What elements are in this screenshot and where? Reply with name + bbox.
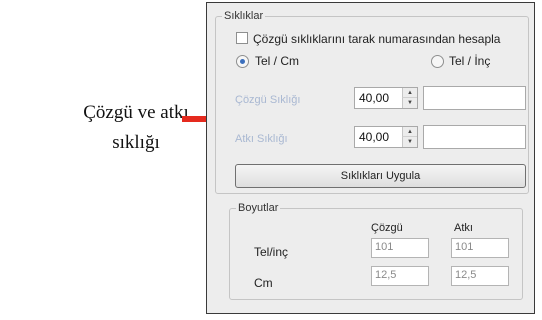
calc-from-reed-label[interactable]: Çözgü sıklıklarını tarak numarasından he… — [253, 32, 500, 46]
inch-weft-field: 101 — [451, 238, 509, 258]
warp-density-label: Çözgü Sıklığı — [235, 94, 301, 106]
radio-tel-inch[interactable] — [431, 55, 444, 68]
col-weft-header: Atkı — [454, 222, 473, 234]
spin-up-icon[interactable]: ▲ — [402, 88, 417, 98]
inch-warp-field: 101 — [371, 238, 429, 258]
annotation-caption: Çözgü ve atkı sıklığı — [74, 98, 198, 158]
weft-density-extra-field[interactable] — [423, 125, 526, 149]
warp-density-extra-field[interactable] — [423, 86, 526, 110]
caption-line-1: Çözgü ve atkı — [83, 102, 189, 123]
caption-line-2: sıklığı — [112, 132, 160, 153]
cm-warp-field: 12,5 — [371, 266, 429, 286]
cm-weft-value: 12,5 — [455, 269, 477, 281]
density-settings-panel: Sıklıklar Çözgü sıklıklarını tarak numar… — [206, 2, 535, 314]
inch-warp-value: 101 — [375, 241, 394, 253]
weft-density-label: Atkı Sıklığı — [235, 133, 288, 145]
radio-tel-inch-label[interactable]: Tel / İnç — [449, 54, 490, 68]
cm-warp-value: 12,5 — [375, 269, 397, 281]
row-tel-inch-label: Tel/inç — [254, 245, 289, 259]
weft-density-spinner[interactable]: 40,00 ▲ ▼ — [354, 126, 418, 148]
densities-group-title: Sıklıklar — [222, 9, 266, 23]
col-warp-header: Çözgü — [371, 222, 403, 234]
row-cm-label: Cm — [254, 276, 273, 290]
spin-down-icon[interactable]: ▼ — [402, 137, 417, 147]
radio-tel-cm[interactable] — [236, 55, 249, 68]
warp-density-value: 40,00 — [359, 91, 390, 105]
inch-weft-value: 101 — [455, 241, 474, 253]
spin-up-icon[interactable]: ▲ — [402, 127, 417, 137]
cm-weft-field: 12,5 — [451, 266, 509, 286]
apply-densities-button[interactable]: Sıklıkları Uygula — [235, 164, 526, 188]
warp-density-spinner[interactable]: 40,00 ▲ ▼ — [354, 87, 418, 109]
weft-density-value: 40,00 — [359, 130, 390, 144]
spin-down-icon[interactable]: ▼ — [402, 98, 417, 108]
radio-tel-cm-label[interactable]: Tel / Cm — [255, 54, 299, 68]
dimensions-group-title: Boyutlar — [236, 201, 281, 215]
calc-from-reed-checkbox[interactable] — [236, 32, 248, 44]
